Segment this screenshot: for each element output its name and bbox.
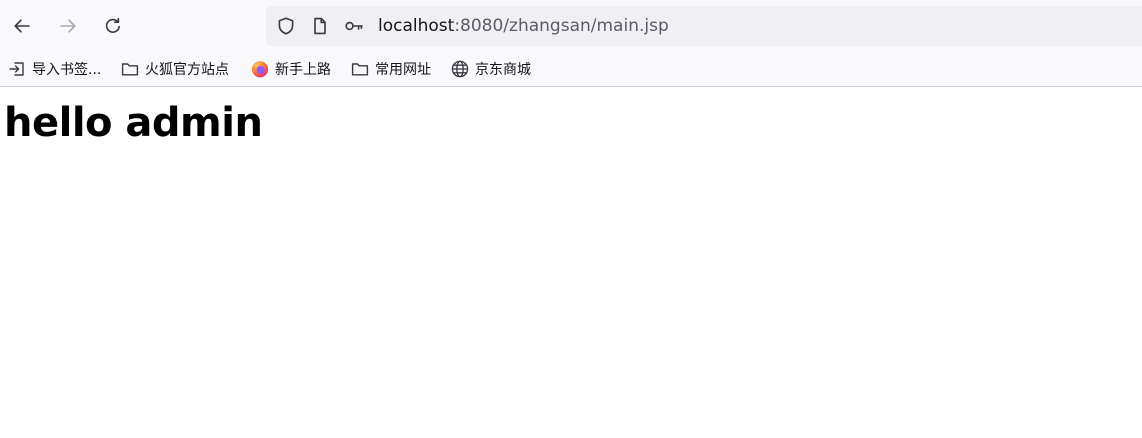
url-path: :8080/zhangsan/main.jsp bbox=[454, 16, 669, 36]
bookmarks-toolbar: 导入书签... 火狐官方站点 新手上路 常用网址 京东商城 bbox=[0, 52, 1142, 87]
bookmark-folder-firefox-sites[interactable]: 火狐官方站点 bbox=[121, 58, 229, 80]
bookmark-label: 新手上路 bbox=[275, 62, 331, 78]
bookmark-import[interactable]: 导入书签... bbox=[8, 58, 101, 80]
tracking-protection-button[interactable] bbox=[276, 16, 296, 36]
bookmark-folder-common-sites[interactable]: 常用网址 bbox=[351, 58, 431, 80]
reload-button[interactable] bbox=[97, 10, 129, 42]
page-heading: hello admin bbox=[4, 100, 263, 146]
bookmark-label: 导入书签... bbox=[32, 62, 102, 78]
bookmark-label: 京东商城 bbox=[475, 62, 531, 78]
globe-icon bbox=[451, 60, 469, 78]
arrow-left-icon bbox=[14, 19, 30, 33]
folder-icon bbox=[351, 60, 369, 78]
bookmark-getting-started[interactable]: 新手上路 bbox=[251, 58, 331, 80]
bookmark-jd[interactable]: 京东商城 bbox=[451, 58, 531, 80]
browser-toolbar: localhost:8080/zhangsan/main.jsp bbox=[0, 0, 1142, 52]
folder-icon bbox=[121, 60, 139, 78]
url-bar[interactable]: localhost:8080/zhangsan/main.jsp bbox=[266, 6, 1142, 46]
url-host: localhost bbox=[378, 16, 455, 36]
shield-icon bbox=[278, 17, 294, 35]
firefox-icon bbox=[251, 60, 269, 78]
password-key-button[interactable] bbox=[344, 16, 364, 36]
page-content: hello admin bbox=[0, 87, 1142, 438]
back-button[interactable] bbox=[6, 10, 38, 42]
import-icon bbox=[8, 60, 26, 78]
bookmark-label: 常用网址 bbox=[375, 62, 431, 78]
reload-icon bbox=[105, 17, 120, 33]
arrow-right-icon bbox=[60, 19, 76, 33]
page-icon bbox=[314, 17, 326, 35]
url-text[interactable]: localhost:8080/zhangsan/main.jsp bbox=[378, 15, 669, 37]
bookmark-label: 火狐官方站点 bbox=[145, 62, 229, 78]
key-icon bbox=[345, 21, 363, 31]
site-info-button[interactable] bbox=[310, 16, 330, 36]
forward-button[interactable] bbox=[52, 10, 84, 42]
